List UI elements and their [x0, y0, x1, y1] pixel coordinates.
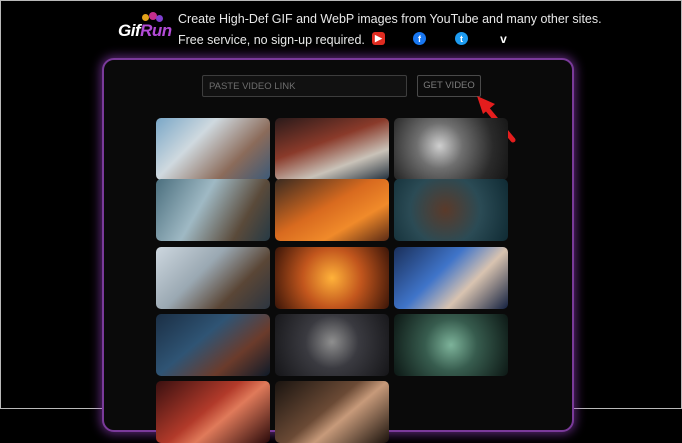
thumbnail-orange-jumpsuits-crowd[interactable] — [275, 179, 389, 241]
video-link-input[interactable]: PASTE VIDEO LINK — [202, 75, 407, 97]
thumbnail-smoke-dark-figure[interactable] — [275, 314, 389, 376]
thumbnail-man-falling[interactable] — [156, 179, 270, 241]
facebook-icon[interactable]: f — [413, 32, 426, 45]
vimeo-icon[interactable]: v — [497, 32, 510, 46]
thumbnail-blue-club-dancer[interactable] — [394, 247, 508, 309]
thumbnail-motorcycle-street[interactable] — [275, 118, 389, 180]
subline: Free service, no sign-up required. — [178, 33, 365, 47]
logo-text: GifRun — [118, 21, 172, 40]
get-video-button[interactable]: GET VIDEO — [417, 75, 481, 97]
thumbnail-surprised-man[interactable] — [156, 247, 270, 309]
thumbnail-woman-close-up[interactable] — [394, 179, 508, 241]
tagline: Create High-Def GIF and WebP images from… — [178, 12, 602, 26]
twitter-icon[interactable]: t — [455, 32, 468, 45]
gifrun-logo[interactable]: GifRun — [118, 11, 172, 45]
youtube-icon[interactable]: ▶ — [372, 32, 385, 45]
thumbnail-boxing-match[interactable] — [275, 381, 389, 443]
logo-dot — [142, 14, 149, 21]
thumbnail-boat-party[interactable] — [156, 118, 270, 180]
thumbnail-red-scene[interactable] — [156, 381, 270, 443]
site-header: GifRun Create High-Def GIF and WebP imag… — [1, 1, 682, 53]
thumbnail-car-wash-dancer[interactable] — [156, 314, 270, 376]
thumbnail-orange-dancers[interactable] — [275, 247, 389, 309]
thumbnail-smoke-exhale[interactable] — [394, 118, 508, 180]
thumbnail-neon-face[interactable] — [394, 314, 508, 376]
